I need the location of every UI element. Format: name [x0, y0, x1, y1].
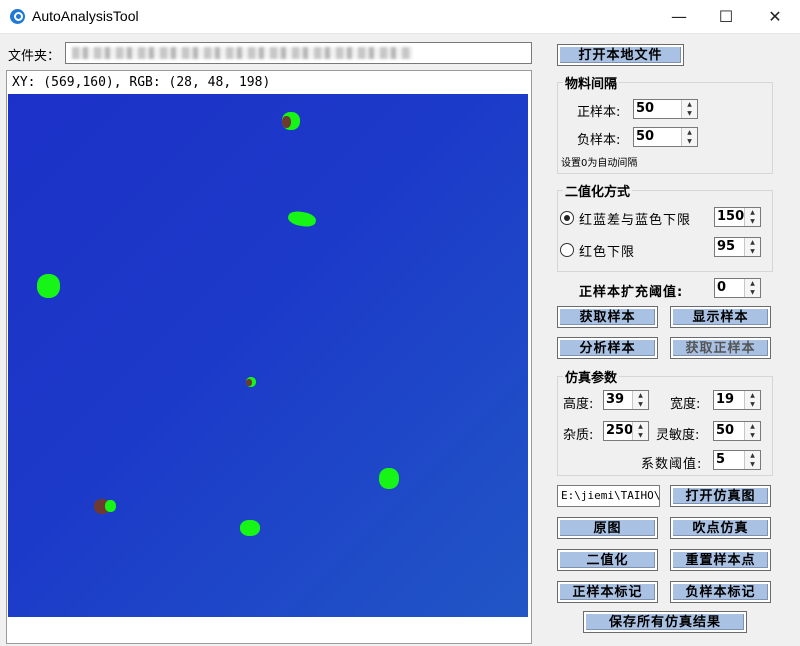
- sim-params-title: 仿真参数: [563, 367, 620, 386]
- sample-blob: [240, 520, 260, 536]
- mark-negative-button[interactable]: 负样本标记: [670, 581, 771, 603]
- spin-arrows[interactable]: ▲ ▼: [744, 238, 760, 256]
- positive-interval-spinbox[interactable]: 50 ▲ ▼: [633, 99, 698, 119]
- sample-spot: [282, 116, 291, 128]
- spin-down-icon[interactable]: ▼: [633, 400, 648, 409]
- height-label: 高度:: [563, 397, 594, 412]
- save-all-results-button[interactable]: 保存所有仿真结果: [583, 611, 747, 633]
- spin-down-icon[interactable]: ▼: [633, 431, 648, 440]
- interval-hint: 设置0为自动间隔: [561, 158, 638, 169]
- expand-threshold-value: 0: [717, 280, 727, 295]
- get-positive-samples-button[interactable]: 获取正样本: [670, 337, 771, 359]
- binarization-option1-radio[interactable]: [560, 211, 574, 225]
- spin-up-icon[interactable]: ▲: [745, 422, 760, 431]
- positive-interval-value: 50: [636, 101, 655, 116]
- binarization-option2-radio[interactable]: [560, 243, 574, 257]
- impurity-value: 250: [606, 423, 634, 438]
- spin-arrows[interactable]: ▲ ▼: [744, 391, 760, 409]
- maximize-button[interactable]: ☐: [703, 0, 749, 33]
- sample-blob: [37, 274, 60, 298]
- coef-threshold-value: 5: [716, 452, 726, 467]
- sensitivity-value: 50: [716, 423, 735, 438]
- sensitivity-label: 灵敏度:: [656, 428, 700, 443]
- negative-interval-spinbox[interactable]: 50 ▲ ▼: [633, 127, 698, 147]
- blow-point-sim-button[interactable]: 吹点仿真: [670, 517, 771, 539]
- spin-arrows[interactable]: ▲ ▼: [632, 391, 648, 409]
- close-button[interactable]: ✕: [752, 0, 798, 33]
- spin-up-icon[interactable]: ▲: [745, 208, 760, 217]
- spin-arrows[interactable]: ▲ ▼: [744, 279, 760, 297]
- coord-rgb-readout: XY: (569,160), RGB: (28, 48, 198): [12, 75, 271, 90]
- sample-blob: [286, 209, 318, 229]
- original-image-button[interactable]: 原图: [557, 517, 658, 539]
- open-local-file-button[interactable]: 打开本地文件: [557, 44, 684, 66]
- sample-spot: [246, 379, 252, 386]
- sample-blob: [105, 500, 116, 512]
- mark-positive-button[interactable]: 正样本标记: [557, 581, 658, 603]
- spin-up-icon[interactable]: ▲: [745, 451, 760, 460]
- spin-down-icon[interactable]: ▼: [745, 460, 760, 469]
- spin-arrows[interactable]: ▲ ▼: [681, 128, 697, 146]
- negative-interval-label: 负样本:: [577, 133, 621, 148]
- spin-arrows[interactable]: ▲ ▼: [744, 208, 760, 226]
- get-samples-button[interactable]: 获取样本: [557, 306, 658, 328]
- coef-threshold-spinbox[interactable]: 5 ▲ ▼: [713, 450, 761, 470]
- spin-arrows[interactable]: ▲ ▼: [744, 422, 760, 440]
- spin-arrows[interactable]: ▲ ▼: [632, 422, 648, 440]
- redacted-path: [72, 47, 412, 59]
- positive-interval-label: 正样本:: [577, 105, 621, 120]
- binarization-option1-value: 150: [717, 209, 745, 224]
- spin-up-icon[interactable]: ▲: [682, 128, 697, 137]
- title-bar: AutoAnalysisTool — ☐ ✕: [0, 0, 800, 34]
- minimize-button[interactable]: —: [656, 0, 702, 33]
- sensitivity-spinbox[interactable]: 50 ▲ ▼: [713, 421, 761, 441]
- binarization-title: 二值化方式: [563, 181, 633, 200]
- width-spinbox[interactable]: 19 ▲ ▼: [713, 390, 761, 410]
- sample-blob: [379, 468, 399, 489]
- spin-down-icon[interactable]: ▼: [745, 247, 760, 256]
- app-search-icon: [10, 9, 25, 24]
- spin-down-icon[interactable]: ▼: [745, 217, 760, 226]
- width-value: 19: [716, 392, 735, 407]
- spin-arrows[interactable]: ▲ ▼: [744, 451, 760, 469]
- impurity-spinbox[interactable]: 250 ▲ ▼: [603, 421, 649, 441]
- spin-up-icon[interactable]: ▲: [682, 100, 697, 109]
- expand-threshold-spinbox[interactable]: 0 ▲ ▼: [714, 278, 761, 298]
- spin-arrows[interactable]: ▲ ▼: [681, 100, 697, 118]
- binarization-option1-spinbox[interactable]: 150 ▲ ▼: [714, 207, 761, 227]
- spin-down-icon[interactable]: ▼: [745, 400, 760, 409]
- spin-down-icon[interactable]: ▼: [745, 431, 760, 440]
- folder-path-field[interactable]: [65, 42, 532, 64]
- spin-down-icon[interactable]: ▼: [745, 288, 760, 297]
- window-title: AutoAnalysisTool: [32, 8, 139, 24]
- spin-down-icon[interactable]: ▼: [682, 137, 697, 146]
- coef-threshold-label: 系数阈值:: [641, 457, 703, 472]
- spin-up-icon[interactable]: ▲: [745, 391, 760, 400]
- reset-sample-points-button[interactable]: 重置样本点: [670, 549, 771, 571]
- spin-down-icon[interactable]: ▼: [682, 109, 697, 118]
- binarization-option2-label: 红色下限: [579, 245, 636, 260]
- folder-label: 文件夹：: [8, 49, 61, 64]
- negative-interval-value: 50: [636, 129, 655, 144]
- expand-threshold-label: 正样本扩充阈值:: [579, 285, 684, 300]
- sim-path-field[interactable]: E:\jiemi\TAIHO\p: [557, 485, 660, 507]
- width-label: 宽度:: [670, 397, 701, 412]
- analyze-samples-button[interactable]: 分析样本: [557, 337, 658, 359]
- binarization-option1-label: 红蓝差与蓝色下限: [579, 213, 692, 228]
- binarization-option2-value: 95: [717, 239, 736, 254]
- show-samples-button[interactable]: 显示样本: [670, 306, 771, 328]
- binarization-option2-spinbox[interactable]: 95 ▲ ▼: [714, 237, 761, 257]
- open-sim-image-button[interactable]: 打开仿真图: [670, 485, 771, 507]
- spin-up-icon[interactable]: ▲: [633, 391, 648, 400]
- binarize-button[interactable]: 二值化: [557, 549, 658, 571]
- spin-up-icon[interactable]: ▲: [633, 422, 648, 431]
- impurity-label: 杂质:: [563, 428, 594, 443]
- spin-up-icon[interactable]: ▲: [745, 279, 760, 288]
- height-value: 39: [606, 392, 625, 407]
- spin-up-icon[interactable]: ▲: [745, 238, 760, 247]
- height-spinbox[interactable]: 39 ▲ ▼: [603, 390, 649, 410]
- material-interval-title: 物料间隔: [563, 73, 620, 92]
- image-canvas[interactable]: [8, 94, 528, 617]
